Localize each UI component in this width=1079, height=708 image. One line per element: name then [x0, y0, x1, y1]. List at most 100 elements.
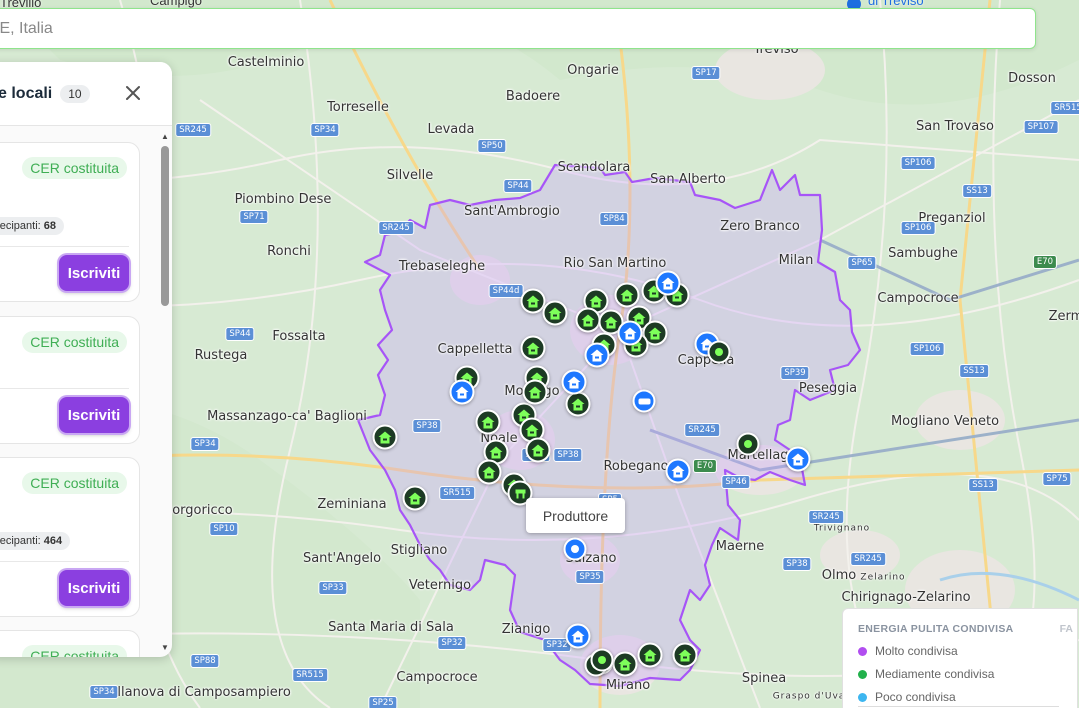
community-card[interactable]: CER costituita rtecipanti: 68 Iscriviti	[0, 142, 140, 302]
place-label: Ongarie	[567, 63, 619, 79]
road-shield: SP38	[782, 557, 812, 571]
place-label-top-center: Campigo	[150, 0, 203, 8]
bus-icon[interactable]	[632, 389, 656, 413]
road-shield: SR245	[378, 221, 414, 235]
place-label: Castelminio	[227, 55, 305, 71]
consumer-house-icon[interactable]	[672, 642, 698, 668]
scroll-down-icon[interactable]: ▼	[161, 643, 169, 652]
producer-house-icon[interactable]	[565, 623, 591, 649]
road-shield: SP71	[239, 210, 269, 224]
road-shield: SP17	[691, 66, 721, 80]
consumer-house-icon[interactable]	[612, 651, 638, 677]
road-shield: SP35	[575, 570, 605, 584]
community-card[interactable]: CER costituita rtecipanti: 464 Iscriviti	[0, 457, 140, 617]
consumer-house-icon[interactable]	[542, 300, 568, 326]
consumer-house-icon[interactable]	[522, 379, 548, 405]
place-label: Sambughe	[888, 246, 958, 262]
scroll-thumb[interactable]	[161, 146, 169, 306]
road-shield: SP44	[503, 179, 533, 193]
consumer-house-icon[interactable]	[476, 459, 502, 485]
place-label-top-right: di Treviso	[868, 0, 924, 8]
plant-dot-icon[interactable]	[736, 432, 760, 456]
place-label: Trivignano	[813, 523, 871, 534]
consumer-house-icon[interactable]	[565, 391, 591, 417]
communities-panel: e locali 10 CER costituita rtecipanti: 6…	[0, 62, 172, 657]
place-label: San Trovaso	[915, 119, 995, 135]
road-shield: SR245	[808, 510, 844, 524]
road-shield: SP34	[89, 685, 119, 699]
road-shield: SP38	[412, 419, 442, 433]
road-shield: SP25	[368, 696, 398, 708]
scroll-up-icon[interactable]: ▲	[161, 132, 169, 141]
status-badge: CER costituita	[22, 645, 127, 657]
participants-value: 68	[43, 220, 57, 232]
divider	[858, 706, 1059, 707]
participants-pill: rtecipanti: 68	[0, 217, 65, 235]
legend-dot	[858, 669, 867, 679]
place-label: Zeminiana	[317, 497, 387, 513]
consumer-house-icon[interactable]	[637, 642, 663, 668]
road-shield: SP106	[900, 156, 936, 170]
consumer-house-icon[interactable]	[475, 409, 501, 435]
place-label: Dosson	[1008, 71, 1056, 87]
search-value: /E, Italia	[0, 19, 53, 37]
consumer-house-icon[interactable]	[525, 437, 551, 463]
producer-house-icon[interactable]	[617, 320, 643, 346]
consumer-house-icon[interactable]	[520, 335, 546, 361]
consumer-house-icon[interactable]	[372, 424, 398, 450]
legend-dot	[858, 646, 867, 656]
place-label: Mogliano Veneto	[890, 414, 1000, 430]
place-label: Graspo d'Uva	[772, 691, 846, 702]
place-label: Trebaseleghe	[398, 259, 486, 275]
close-icon[interactable]	[122, 82, 144, 104]
subscribe-button[interactable]: Iscriviti	[59, 397, 129, 433]
legend-item: Mediamente condivisa	[858, 667, 1077, 681]
road-shield: SP84	[599, 212, 629, 226]
place-label: Chirignago-Zelarino	[841, 590, 971, 606]
community-card[interactable]: CER costituita	[0, 630, 140, 657]
place-label: Badoere	[505, 89, 561, 105]
producer-house-icon[interactable]	[785, 446, 811, 472]
road-shield: E70	[692, 459, 718, 473]
community-card[interactable]: CER costituita Iscriviti	[0, 316, 140, 444]
consumer-house-icon[interactable]	[614, 282, 640, 308]
search-input[interactable]: /E, Italia	[0, 8, 1036, 49]
status-badge: CER costituita	[22, 157, 127, 179]
consumer-house-icon[interactable]	[575, 307, 601, 333]
place-label: Zerm	[1048, 309, 1079, 325]
legend-title: ENERGIA PULITA CONDIVISA	[858, 623, 1014, 635]
road-shield: SP10	[209, 522, 239, 536]
plant-dot-icon[interactable]	[590, 648, 614, 672]
subscribe-button[interactable]: Iscriviti	[59, 570, 129, 606]
road-shield: SR515	[1050, 101, 1079, 115]
producer-house-icon[interactable]	[665, 458, 691, 484]
status-badge: CER costituita	[22, 331, 127, 353]
place-label: Scandolara	[557, 160, 631, 176]
panel-scrollbar[interactable]: ▲ ▼	[161, 132, 169, 652]
participants-pill: rtecipanti: 464	[0, 532, 71, 550]
legend-item: Poco condivisa	[858, 690, 1077, 704]
producer-house-icon[interactable]	[561, 369, 587, 395]
place-label: Milan	[778, 253, 814, 269]
place-label: Olmo	[821, 568, 857, 584]
producer-house-icon[interactable]	[449, 379, 475, 405]
subscribe-button[interactable]: Iscriviti	[59, 255, 129, 291]
place-label: Zero Branco	[720, 219, 800, 235]
legend-item: Molto condivisa	[858, 644, 1077, 658]
plant-dot-icon[interactable]	[707, 340, 731, 364]
place-label: Santa Maria di Sala	[328, 620, 454, 636]
producer-dot-icon[interactable]	[563, 537, 587, 561]
consumer-house-icon[interactable]	[402, 485, 428, 511]
place-label: Zianigo	[501, 622, 551, 638]
producer-house-icon[interactable]	[655, 270, 681, 296]
place-label: Peseggia	[798, 381, 858, 397]
place-label: San Alberto	[650, 172, 726, 188]
place-label: Robegano	[603, 459, 669, 475]
producer-house-icon[interactable]	[584, 342, 610, 368]
legend-label: Poco condivisa	[875, 690, 956, 704]
place-label: Sant'Ambrogio	[464, 204, 560, 220]
place-label: Spinea	[741, 671, 787, 687]
place-label: Mirano	[605, 678, 651, 694]
panel-count-badge: 10	[60, 84, 90, 103]
road-shield: SS13	[959, 364, 989, 378]
